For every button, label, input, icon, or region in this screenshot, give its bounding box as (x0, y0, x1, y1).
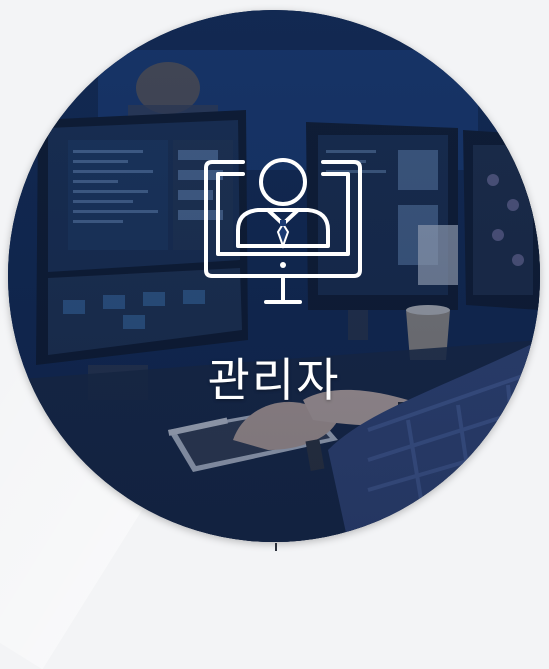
bottom-marker (275, 543, 277, 551)
role-label: 관리자 (207, 353, 341, 407)
admin-role-card[interactable]: 관리자 (8, 10, 540, 542)
admin-monitor-icon (204, 158, 362, 304)
